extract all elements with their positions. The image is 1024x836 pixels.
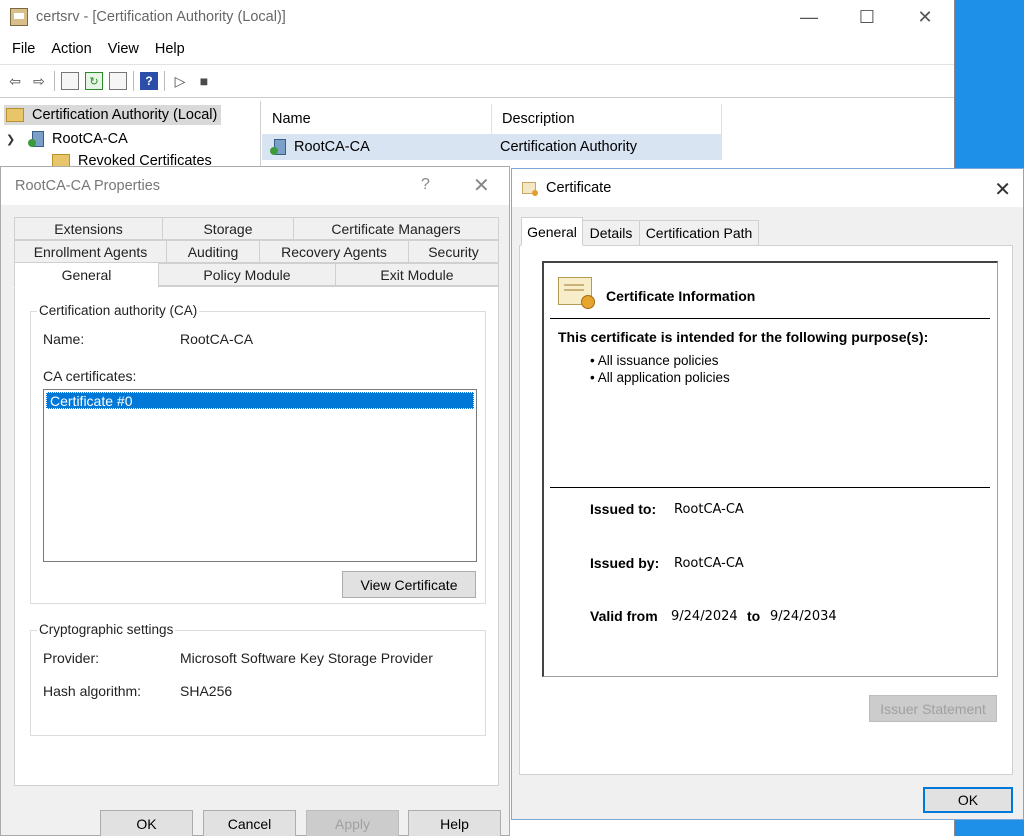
view-certificate-button[interactable]: View Certificate [342,571,476,598]
dialog-title-bar: RootCA-CA Properties ? ✕ [1,167,509,205]
hash-algorithm-label: Hash algorithm: [43,683,142,699]
column-header-description[interactable]: Description [492,104,722,134]
tab-security[interactable]: Security [408,240,499,263]
purpose-item: • All issuance policies [590,353,719,368]
issuer-statement-button: Issuer Statement [869,695,997,722]
provider-label: Provider: [43,650,100,666]
list-item-name-text: RootCA-CA [294,139,370,155]
list-item[interactable]: RootCA-CA Certification Authority [262,134,722,160]
close-button[interactable]: ✕ [896,0,954,34]
dialog-title: Certificate [546,180,612,196]
properties-dialog: RootCA-CA Properties ? ✕ Extensions Stor… [0,166,510,836]
dialog-title: RootCA-CA Properties [15,178,161,194]
divider [550,487,990,488]
tab-general[interactable]: General [14,262,159,288]
tab-storage[interactable]: Storage [162,217,294,240]
ca-certificates-label: CA certificates: [43,368,137,384]
name-label: Name: [43,331,85,347]
stop-service-icon[interactable]: ■ [195,72,213,90]
export-list-icon[interactable] [109,72,127,90]
properties-icon[interactable] [61,72,79,90]
help-button[interactable]: Help [408,810,501,836]
menu-view[interactable]: View [100,41,147,57]
menu-help[interactable]: Help [147,41,193,57]
help-icon[interactable]: ? [140,72,158,90]
toolbar-separator [164,71,165,91]
valid-to-value: 9/24/2034 [770,609,837,624]
context-help-button[interactable]: ? [421,176,430,194]
dialog-close-button[interactable]: ✕ [994,177,1011,202]
window-title: certsrv - [Certification Authority (Loca… [36,9,286,25]
tab-policy-module[interactable]: Policy Module [158,263,336,286]
column-header-name[interactable]: Name [262,104,492,134]
tab-certification-path[interactable]: Certification Path [639,220,759,246]
name-value: RootCA-CA [180,331,254,347]
dialog-close-button[interactable]: ✕ [473,173,490,198]
maximize-button[interactable]: ☐ [838,0,896,34]
certificate-info-panel: Certificate Information This certificate… [542,261,998,677]
menu-action[interactable]: Action [43,41,99,57]
list-header: Name Description [262,104,722,134]
dialog-title-bar: Certificate ✕ [512,169,1023,207]
tab-details[interactable]: Details [582,220,640,246]
menu-file[interactable]: File [4,41,43,57]
ca-certificates-list[interactable]: Certificate #0 [43,389,477,562]
menu-bar: File Action View Help [0,34,954,64]
tab-extensions[interactable]: Extensions [14,217,163,240]
valid-from-value: 9/24/2024 [671,609,738,624]
back-arrow-icon[interactable]: ⇦ [6,72,24,90]
tab-auditing[interactable]: Auditing [166,240,260,263]
valid-to-label: to [747,608,761,624]
tab-enrollment-agents[interactable]: Enrollment Agents [14,240,167,263]
ca-server-icon [28,131,44,147]
tree-item-label: Certification Authority (Local) [32,107,218,123]
ca-group-label: Certification authority (CA) [37,303,200,318]
certificate-dialog: Certificate ✕ General Details Certificat… [511,168,1024,820]
issued-to-value: RootCA-CA [674,502,744,517]
certificate-icon [558,277,595,309]
certificate-icon [522,182,538,196]
tab-recovery-agents[interactable]: Recovery Agents [259,240,409,263]
crypto-group-label: Cryptographic settings [37,622,176,637]
toolbar: ⇦ ⇨ ↻ ? ▷ ■ [0,64,954,98]
general-tab-page: Certificate Information This certificate… [519,245,1013,775]
ok-button[interactable]: OK [100,810,193,836]
toolbar-separator [54,71,55,91]
certsrv-app-icon [10,8,28,26]
apply-button: Apply [306,810,399,836]
window-controls: — ☐ ✕ [780,0,954,34]
list-item-certificate-0[interactable]: Certificate #0 [46,392,474,409]
toolbar-separator [133,71,134,91]
list-item-description: Certification Authority [500,139,638,155]
ok-button[interactable]: OK [923,787,1013,813]
tree-item-label: RootCA-CA [52,131,128,147]
chevron-down-icon[interactable]: ❯ [6,133,22,146]
tab-general[interactable]: General [521,217,583,246]
tab-certificate-managers[interactable]: Certificate Managers [293,217,499,240]
start-service-icon[interactable]: ▷ [171,72,189,90]
divider [550,318,990,319]
forward-arrow-icon[interactable]: ⇨ [30,72,48,90]
tab-exit-module[interactable]: Exit Module [335,263,499,286]
hash-algorithm-value: SHA256 [180,683,233,699]
tree-item-rootca[interactable]: ❯ RootCA-CA [6,131,128,147]
minimize-button[interactable]: — [780,0,838,34]
tree-item-ca-local[interactable]: Certification Authority (Local) [4,105,222,125]
cancel-button[interactable]: Cancel [203,810,296,836]
purpose-item: • All application policies [590,370,730,385]
valid-from-label: Valid from [590,608,658,624]
purpose-heading: This certificate is intended for the fol… [558,329,929,345]
list-item-name: RootCA-CA [262,134,492,160]
certificate-information-heading: Certificate Information [606,288,756,304]
ca-server-icon [270,139,286,155]
issued-by-label: Issued by: [590,555,660,571]
issued-by-value: RootCA-CA [674,556,744,571]
issued-to-label: Issued to: [590,501,657,517]
refresh-icon[interactable]: ↻ [85,72,103,90]
general-tab-page: Certification authority (CA) Name: RootC… [14,286,499,786]
snapin-icon [6,108,24,122]
provider-value: Microsoft Software Key Storage Provider [180,650,433,666]
